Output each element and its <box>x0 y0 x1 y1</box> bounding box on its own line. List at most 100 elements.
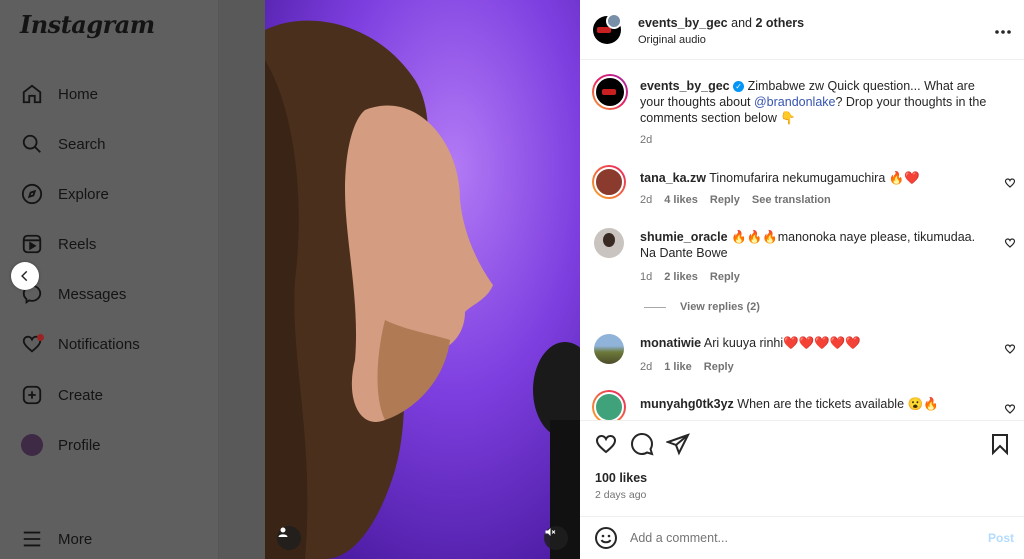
sidebar-item-home[interactable]: Home <box>20 79 98 109</box>
comment-avatar[interactable] <box>592 165 626 199</box>
comment-username[interactable]: munyahg0tk3yz <box>640 397 734 411</box>
mute-button[interactable] <box>544 526 568 550</box>
comment-avatar[interactable] <box>594 228 624 258</box>
comment-like-button[interactable] <box>1004 402 1016 414</box>
home-icon <box>20 82 44 106</box>
reply-button[interactable]: Reply <box>710 194 740 206</box>
comment-username[interactable]: shumie_oracle <box>640 230 728 244</box>
likes-count[interactable]: 100 likes <box>595 471 647 485</box>
chevron-left-icon <box>21 270 28 282</box>
comment-time[interactable]: 1d <box>640 271 652 283</box>
smiley-icon <box>595 527 617 549</box>
see-translation-button[interactable]: See translation <box>752 194 831 206</box>
instagram-logo[interactable]: Instagram <box>20 10 155 39</box>
sidebar-item-explore[interactable]: Explore <box>20 179 109 209</box>
others-link[interactable]: 2 others <box>755 16 804 30</box>
comment-meta: 1d 2 likes Reply <box>640 271 740 283</box>
sidebar-item-label: Notifications <box>58 335 140 353</box>
comment-username[interactable]: monatiwie <box>640 336 701 350</box>
heart-icon <box>20 332 44 356</box>
sidebar-item-profile[interactable]: Profile <box>20 430 101 460</box>
muted-speaker-icon <box>545 528 556 536</box>
comment-bubble-icon <box>630 432 654 456</box>
share-button[interactable] <box>665 432 690 456</box>
sidebar-item-create[interactable]: Create <box>20 380 103 410</box>
heart-outline-icon <box>1004 344 1016 354</box>
add-comment-bar: Post <box>580 516 1024 559</box>
video-frame <box>265 0 580 559</box>
comment-input[interactable] <box>630 527 960 549</box>
comment-time[interactable]: 2d <box>640 361 652 373</box>
caption: events_by_gec ✓ Zimbabwe zw Quick questi… <box>640 78 1002 126</box>
comment-likes[interactable]: 1 like <box>664 361 692 373</box>
comment-like-button[interactable] <box>1004 176 1016 188</box>
notification-dot <box>37 334 44 341</box>
comment-text: Ari kuuya rinhi❤️❤️❤️❤️❤️ <box>703 336 861 350</box>
comment-body: tana_ka.zw Tinomufarira nekumugamuchira … <box>640 170 980 186</box>
tagged-users-button[interactable] <box>277 526 301 550</box>
comment-likes[interactable]: 4 likes <box>664 194 698 206</box>
post-actions: 100 likes 2 days ago <box>580 420 1024 520</box>
reel-video[interactable] <box>265 0 580 559</box>
reply-button[interactable]: Reply <box>704 361 734 373</box>
comment-body: munyahg0tk3yz When are the tickets avail… <box>640 396 980 416</box>
comment-like-button[interactable] <box>1004 236 1016 248</box>
sidebar-item-label: Messages <box>58 285 127 303</box>
heart-outline-icon <box>1004 404 1016 414</box>
modal-backdrop[interactable] <box>219 0 265 559</box>
caption-username[interactable]: events_by_gec <box>640 79 730 93</box>
comment-avatar[interactable] <box>592 390 626 424</box>
mention-link[interactable]: @brandonlake <box>754 95 836 109</box>
heart-outline-icon <box>595 434 617 454</box>
verified-badge-icon: ✓ <box>733 81 745 93</box>
caption-meta: 2d <box>640 134 652 146</box>
emoji-button[interactable] <box>594 526 618 550</box>
author-username[interactable]: events_by_gec <box>638 16 728 30</box>
sidebar-item-reels[interactable]: Reels <box>20 229 96 259</box>
search-icon <box>20 132 44 156</box>
sidebar-item-label: Reels <box>58 235 97 253</box>
comment-text: Tinomufarira nekumugamuchira 🔥❤️ <box>709 171 920 185</box>
like-button[interactable] <box>594 432 618 456</box>
paper-plane-icon <box>665 433 690 456</box>
sidebar-item-label: Create <box>58 386 104 404</box>
comment-like-button[interactable] <box>1004 342 1016 354</box>
menu-icon <box>20 527 44 551</box>
sidebar-item-notifications[interactable]: Notifications <box>20 329 140 359</box>
comment-body: monatiwie Ari kuuya rinhi❤️❤️❤️❤️❤️ <box>640 335 980 351</box>
sidebar-item-search[interactable]: Search <box>20 129 106 159</box>
sidebar-item-more[interactable]: More <box>20 524 92 554</box>
profile-avatar <box>20 433 44 457</box>
previous-post-button[interactable] <box>11 262 39 290</box>
save-button[interactable] <box>988 432 1012 456</box>
sidebar-item-label: Profile <box>58 436 101 454</box>
ellipsis-icon <box>995 30 1011 34</box>
comment-avatar[interactable] <box>594 334 624 364</box>
caption-time[interactable]: 2d <box>640 134 652 146</box>
heart-outline-icon <box>1004 238 1016 248</box>
more-options-button[interactable] <box>994 22 1012 40</box>
view-replies-label: View replies (2) <box>680 301 760 313</box>
compass-icon <box>20 182 44 206</box>
bookmark-icon <box>992 434 1008 456</box>
post-header: events_by_gec and 2 others Original audi… <box>580 0 1024 60</box>
caption-avatar[interactable] <box>592 74 628 110</box>
comment-time[interactable]: 2d <box>640 194 652 206</box>
reply-button[interactable]: Reply <box>710 271 740 283</box>
post-date[interactable]: 2 days ago <box>595 489 646 501</box>
person-icon <box>278 527 288 537</box>
audio-link[interactable]: Original audio <box>638 34 706 46</box>
comment-likes[interactable]: 2 likes <box>664 271 698 283</box>
plus-square-icon <box>20 383 44 407</box>
comment-button[interactable] <box>630 432 654 456</box>
and-text: and <box>731 16 752 30</box>
view-replies-button[interactable]: View replies (2) <box>644 301 760 313</box>
comment-body: shumie_oracle 🔥🔥🔥manonoka naye please, t… <box>640 229 980 261</box>
sidebar-item-label: Home <box>58 85 99 103</box>
comment-username[interactable]: tana_ka.zw <box>640 171 706 185</box>
post-comment-button[interactable]: Post <box>988 531 1014 545</box>
comment-text: When are the tickets available 😮🔥 <box>737 397 939 411</box>
header-authors: events_by_gec and 2 others <box>638 16 804 30</box>
reels-icon <box>20 232 44 256</box>
collaborator-avatar[interactable] <box>606 13 622 29</box>
